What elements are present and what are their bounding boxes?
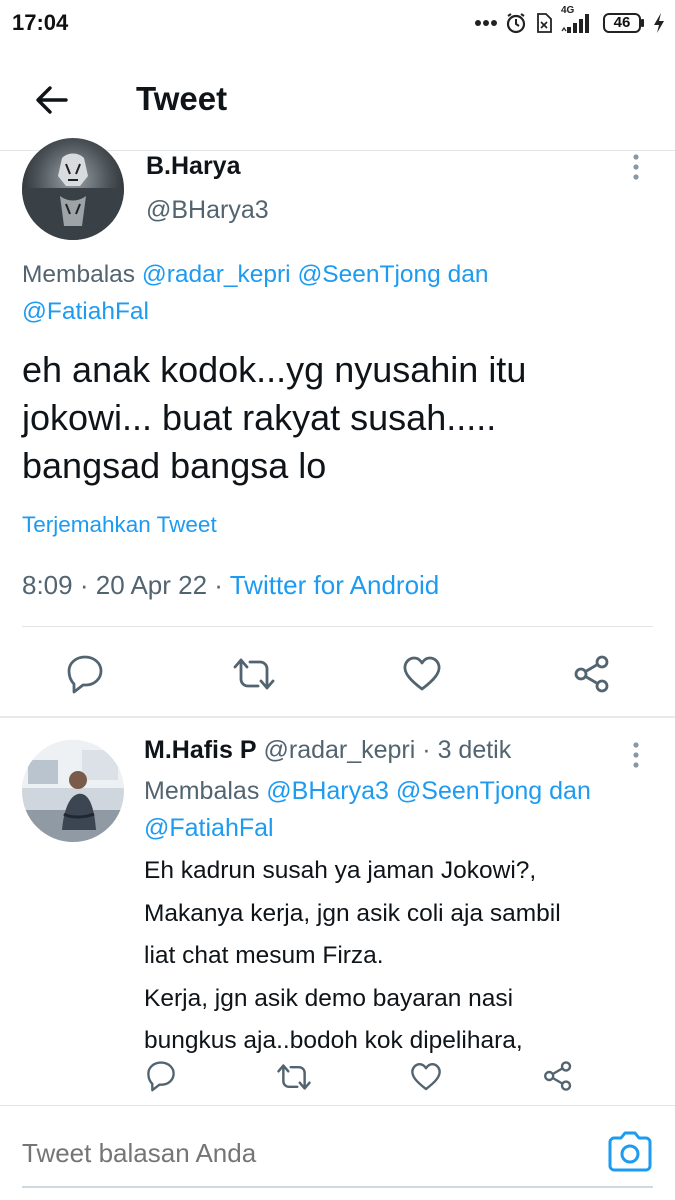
mention-joiner[interactable]: dan xyxy=(549,777,591,805)
mention-link[interactable]: @SeenTjong xyxy=(396,777,542,805)
tweet-text-line: jokowi... buat rakyat susah..... xyxy=(22,397,497,438)
retweet-icon xyxy=(233,658,275,690)
avatar[interactable] xyxy=(22,138,124,240)
reply-button[interactable] xyxy=(146,1060,176,1097)
like-icon xyxy=(403,656,441,691)
network-type: 4G xyxy=(561,5,575,16)
status-bar: 17:04 4G 46 xyxy=(0,0,675,48)
battery-icon: 46 xyxy=(603,12,645,34)
author-handle[interactable]: @BHarya3 xyxy=(146,196,269,225)
mention-link[interactable]: @BHarya3 xyxy=(266,777,389,805)
app-header: Tweet xyxy=(0,56,675,151)
arrow-left-icon xyxy=(36,86,68,114)
page-title: Tweet xyxy=(136,80,228,117)
author-name[interactable]: M.Hafis P xyxy=(144,736,257,764)
mention-joiner[interactable]: dan xyxy=(448,261,489,288)
tweet-age: 3 detik xyxy=(437,736,512,764)
battery-level: 46 xyxy=(613,14,631,31)
share-icon xyxy=(574,655,609,693)
status-time: 17:04 xyxy=(12,10,69,35)
camera-icon xyxy=(608,1131,652,1172)
meta-separator: · xyxy=(214,570,223,600)
tweet-date: 20 Apr 22 xyxy=(95,570,208,600)
charging-icon xyxy=(653,12,665,34)
replying-to: Membalas @BHarya3 @SeenTjong dan @Fatiah… xyxy=(144,773,644,847)
tweet-text-line: Makanya kerja, jgn asik coli aja sambil xyxy=(144,899,561,927)
author-handle[interactable]: @radar_kepri xyxy=(263,736,415,764)
like-icon xyxy=(411,1062,441,1091)
tweet-menu-button[interactable] xyxy=(626,740,646,774)
reply-prefix: Membalas xyxy=(144,777,260,805)
like-button[interactable] xyxy=(402,656,442,697)
avatar[interactable] xyxy=(22,740,124,842)
replying-to: Membalas @radar_kepri @SeenTjong dan @Fa… xyxy=(22,256,642,330)
tweet-menu-button[interactable] xyxy=(626,152,646,186)
status-icons: 4G 46 xyxy=(475,5,665,38)
tweet-detail-screen: 17:04 4G 46 Tweet B.Harya @BHarya3 Memba… xyxy=(0,0,675,1200)
retweet-button[interactable] xyxy=(276,1062,312,1097)
reply-icon xyxy=(67,655,103,694)
mention-link[interactable]: @FatiahFal xyxy=(144,814,274,842)
tweet-text: eh anak kodok...yg nyusahin itu jokowi..… xyxy=(22,346,662,490)
alarm-icon xyxy=(505,12,527,34)
compose-underline xyxy=(22,1186,653,1188)
tweet-actions xyxy=(0,1058,675,1108)
back-button[interactable] xyxy=(32,80,72,120)
camera-button[interactable] xyxy=(606,1130,654,1178)
tweet-time: 8:09 xyxy=(22,570,73,600)
author-name[interactable]: B.Harya xyxy=(146,152,241,181)
retweet-button[interactable] xyxy=(232,656,276,697)
thread-separator xyxy=(0,716,675,718)
mention-link[interactable]: @FatiahFal xyxy=(22,298,149,325)
divider xyxy=(22,626,653,627)
tweet-text-line: bangsad bangsa lo xyxy=(22,445,327,486)
share-button[interactable] xyxy=(542,1060,574,1097)
kebab-menu-icon xyxy=(633,742,639,768)
more-dots-icon xyxy=(475,19,497,27)
signal-icon: 4G xyxy=(561,5,595,35)
reply-header: M.Hafis P @radar_kepri · 3 detik xyxy=(144,736,511,765)
reply-button[interactable] xyxy=(66,654,104,699)
tweet-text-line: Eh kadrun susah ya jaman Jokowi?, xyxy=(144,857,537,884)
meta-separator: · xyxy=(79,570,89,600)
retweet-icon xyxy=(277,1064,311,1090)
kebab-menu-icon xyxy=(633,154,639,180)
reply-prefix: Membalas xyxy=(22,261,136,288)
tweet-meta: 8:09 · 20 Apr 22 · Twitter for Android xyxy=(22,570,439,601)
mention-link[interactable]: @radar_kepri xyxy=(142,261,291,288)
tweet-text-line: Kerja, jgn asik demo bayaran nasi xyxy=(144,984,514,1012)
no-sim-icon xyxy=(535,12,553,34)
reply-icon xyxy=(147,1061,175,1092)
mention-link[interactable]: @SeenTjong xyxy=(297,261,440,288)
reply-input[interactable] xyxy=(22,1138,582,1169)
tweet-text-line: eh anak kodok...yg nyusahin itu xyxy=(22,349,527,390)
tweet-source-link[interactable]: Twitter for Android xyxy=(230,570,440,600)
tweet-text-line: bungkus aja..bodoh kok dipelihara, xyxy=(144,1027,523,1054)
like-button[interactable] xyxy=(410,1062,442,1097)
share-button[interactable] xyxy=(572,654,612,699)
tweet-text-line: liat chat mesum Firza. xyxy=(144,942,384,969)
share-icon xyxy=(544,1061,572,1091)
translate-link[interactable]: Terjemahkan Tweet xyxy=(22,512,217,538)
meta-separator: · xyxy=(422,736,431,764)
tweet-text: Eh kadrun susah ya jaman Jokowi?, Makany… xyxy=(144,850,654,1063)
tweet-actions xyxy=(0,650,675,700)
